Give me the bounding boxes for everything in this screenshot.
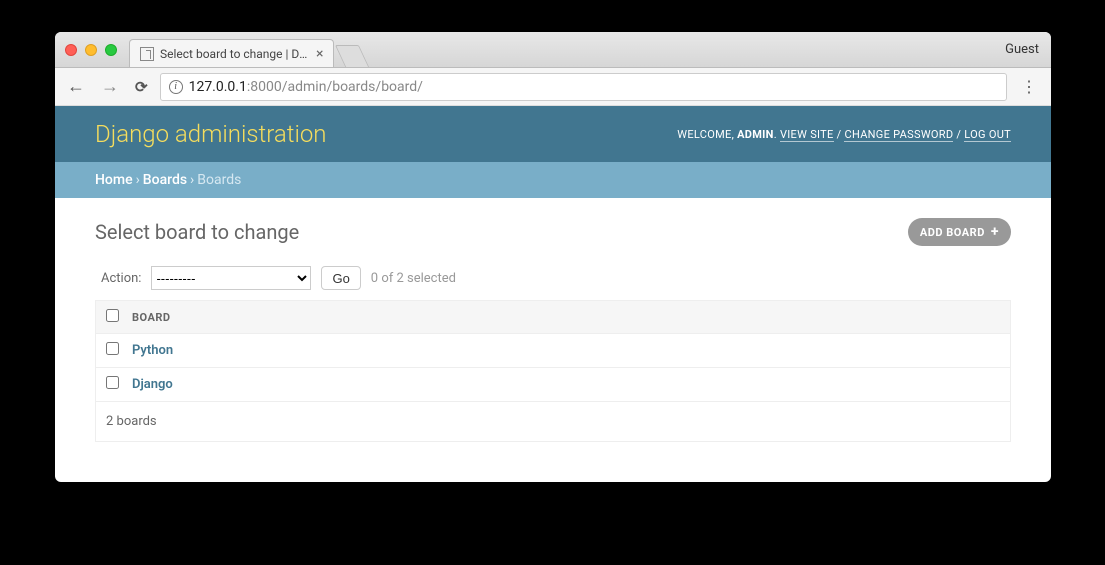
action-label: Action: <box>101 271 141 286</box>
minimize-window-button[interactable] <box>85 44 97 56</box>
url-host: 127.0.0.1 <box>189 79 247 95</box>
action-select[interactable]: --------- <box>151 266 311 290</box>
tab-title: Select board to change | Djang <box>160 47 310 61</box>
browser-menu-button[interactable]: ⋮ <box>1015 77 1043 96</box>
select-all-checkbox[interactable] <box>106 309 119 322</box>
view-site-link[interactable]: VIEW SITE <box>780 128 834 142</box>
site-info-icon[interactable]: i <box>169 80 183 94</box>
breadcrumb-app[interactable]: Boards <box>143 172 187 188</box>
result-summary: 2 boards <box>96 401 1010 441</box>
row-checkbox[interactable] <box>106 376 119 389</box>
column-header-board[interactable]: BOARD <box>132 311 171 324</box>
breadcrumb: Home›Boards›Boards <box>55 162 1051 198</box>
object-tools-bar: Select board to change ADD BOARD + <box>95 218 1011 246</box>
site-title: Django administration <box>95 120 327 148</box>
address-bar[interactable]: i 127.0.0.1:8000/admin/boards/board/ <box>160 73 1007 101</box>
table-row: Django <box>96 367 1010 401</box>
browser-tab[interactable]: Select board to change | Djang × <box>129 39 334 67</box>
welcome-text: WELCOME, <box>677 128 737 141</box>
window-titlebar: Select board to change | Djang × Guest <box>55 32 1051 68</box>
profile-label[interactable]: Guest <box>1005 42 1039 57</box>
board-link[interactable]: Python <box>132 343 173 358</box>
back-button[interactable]: ← <box>63 76 89 97</box>
change-password-link[interactable]: CHANGE PASSWORD <box>844 128 953 142</box>
row-checkbox[interactable] <box>106 342 119 355</box>
browser-window: Select board to change | Djang × Guest ←… <box>55 32 1051 482</box>
content-main: Select board to change ADD BOARD + Actio… <box>55 198 1051 462</box>
close-tab-icon[interactable]: × <box>316 46 323 62</box>
actions-bar: Action: --------- Go 0 of 2 selected <box>95 266 1011 300</box>
reload-button[interactable]: ⟳ <box>131 78 152 96</box>
maximize-window-button[interactable] <box>105 44 117 56</box>
forward-button: → <box>97 76 123 97</box>
add-board-button[interactable]: ADD BOARD + <box>908 218 1011 246</box>
results-table: BOARD Python Django 2 boards <box>95 300 1011 442</box>
new-tab-button[interactable] <box>335 45 369 67</box>
table-row: Python <box>96 333 1010 367</box>
logout-link[interactable]: LOG OUT <box>964 128 1011 142</box>
page-favicon-icon <box>140 47 154 61</box>
page-content: Django administration WELCOME, ADMIN. VI… <box>55 106 1051 482</box>
window-controls <box>65 44 117 56</box>
board-link[interactable]: Django <box>132 377 173 392</box>
admin-header: Django administration WELCOME, ADMIN. VI… <box>55 106 1051 162</box>
breadcrumb-home[interactable]: Home <box>95 172 133 188</box>
username: ADMIN <box>737 128 774 141</box>
user-tools: WELCOME, ADMIN. VIEW SITE / CHANGE PASSW… <box>677 128 1011 141</box>
tab-strip: Select board to change | Djang × <box>129 32 364 67</box>
page-title: Select board to change <box>95 220 299 244</box>
close-window-button[interactable] <box>65 44 77 56</box>
selection-counter: 0 of 2 selected <box>371 271 456 286</box>
table-header-row: BOARD <box>96 301 1010 333</box>
go-button[interactable]: Go <box>321 266 360 290</box>
add-board-label: ADD BOARD <box>920 226 985 239</box>
url-path: :8000/admin/boards/board/ <box>247 79 423 95</box>
breadcrumb-current: Boards <box>197 172 241 188</box>
plus-icon: + <box>991 224 999 240</box>
browser-toolbar: ← → ⟳ i 127.0.0.1:8000/admin/boards/boar… <box>55 68 1051 106</box>
